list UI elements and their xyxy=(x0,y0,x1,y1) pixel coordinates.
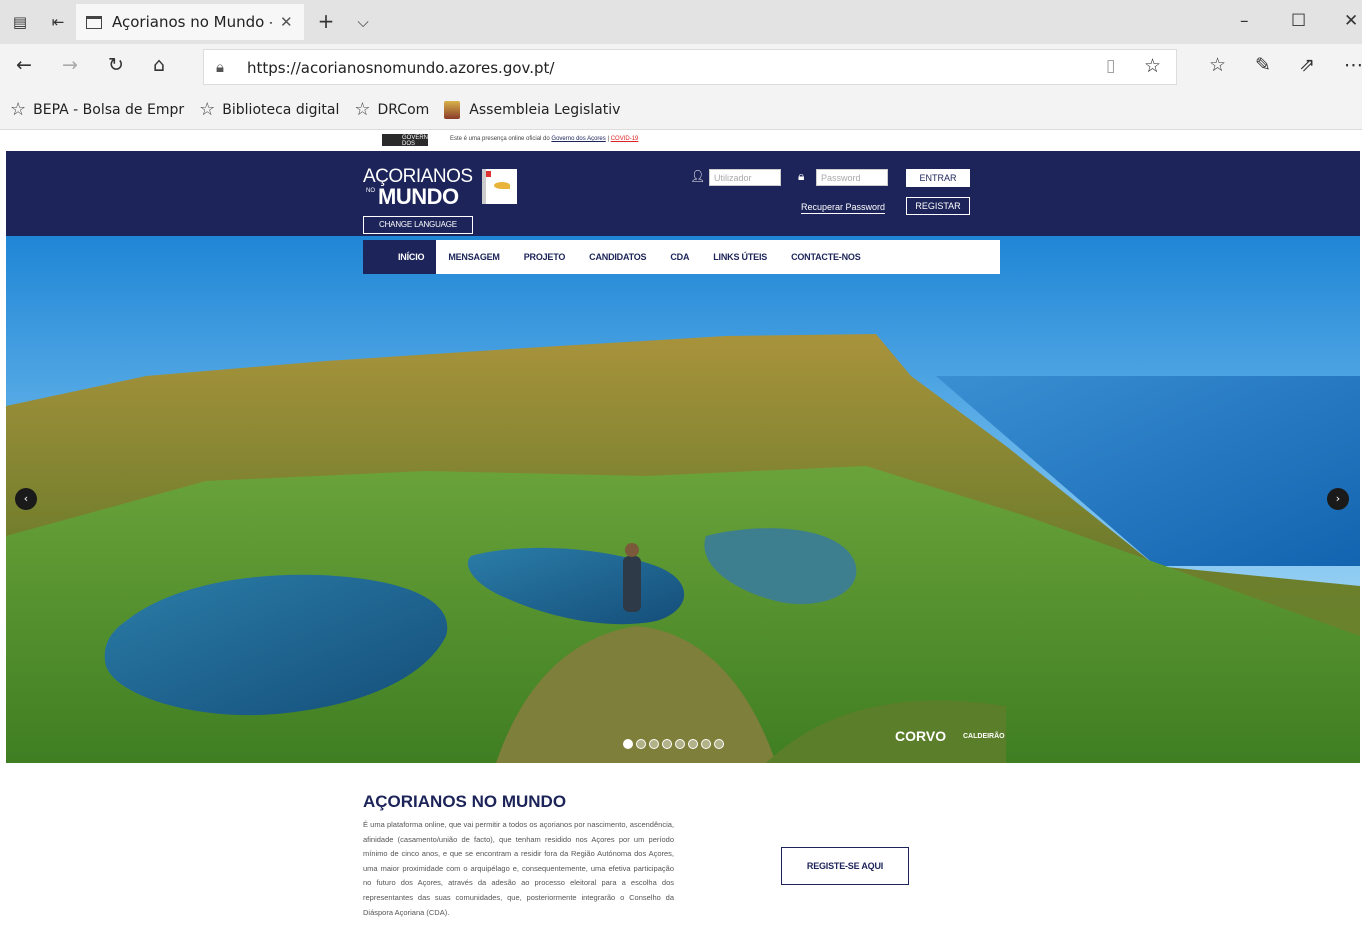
carousel-dot[interactable] xyxy=(636,739,646,749)
gov-notice-label: Este é uma presença online oficial do xyxy=(450,136,550,142)
bookmark-label: Assembleia Legislativ xyxy=(469,101,621,118)
gov-azores-logo[interactable]: GOVERNO DOS AÇORES xyxy=(382,134,433,153)
page-favicon-icon xyxy=(86,15,102,29)
address-bar: ← → ↻ ⌂ 🔒︎ https://acorianosnomundo.azor… xyxy=(0,44,1362,90)
favorites-bar: ☆ BEPA - Bolsa de Empr ☆ Biblioteca digi… xyxy=(0,90,1362,130)
lock-icon: 🔒︎ xyxy=(216,58,224,76)
password-input[interactable] xyxy=(816,169,888,186)
carousel-dot[interactable] xyxy=(701,739,711,749)
url-input[interactable]: 🔒︎ https://acorianosnomundo.azores.gov.p… xyxy=(203,49,1177,85)
tab-bar: ▤ ⇤ Açorianos no Mundo - I ✕ + ⌵ – ☐ ✕ xyxy=(0,0,1362,44)
web-page: GOVERNO DOS AÇORES Este é uma presença o… xyxy=(6,130,1360,925)
intro-title: AÇORIANOS NO MUNDO xyxy=(363,792,567,811)
favorites-hub-icon[interactable]: ☆ xyxy=(1209,54,1226,76)
star-icon: ☆ xyxy=(199,99,216,120)
close-tab-icon[interactable]: ✕ xyxy=(280,13,293,31)
add-favorite-star-icon[interactable]: ☆ xyxy=(1144,55,1161,77)
carousel-dot[interactable] xyxy=(623,739,633,749)
hero-landscape-image xyxy=(6,236,1360,763)
bookmark-label: DRCom xyxy=(377,101,430,118)
username-input[interactable] xyxy=(709,169,781,186)
carousel-dot[interactable] xyxy=(688,739,698,749)
slide-caption-sub: CALDEIRÃO xyxy=(963,733,1005,740)
carousel-dots xyxy=(623,739,727,749)
bird-icon xyxy=(494,182,510,189)
menu-item-contacte-nos[interactable]: CONTACTE-NOS xyxy=(791,252,861,262)
menu-item-inicio[interactable]: INÍCIO xyxy=(363,240,437,274)
register-button[interactable]: REGISTAR xyxy=(906,197,970,215)
menu-item-cda[interactable]: CDA xyxy=(670,252,689,262)
logo-text-small: NO xyxy=(366,188,375,194)
emblem-icon xyxy=(444,100,461,119)
register-here-button[interactable]: REGISTE-SE AQUI xyxy=(781,847,909,885)
set-tabs-aside-icon[interactable]: ⇤ xyxy=(48,12,68,32)
main-menu: INÍCIO MENSAGEM PROJETO CANDIDATOS CDA L… xyxy=(363,240,1000,274)
tab-preview-chevron-icon[interactable]: ⌵ xyxy=(353,12,373,32)
carousel-dot[interactable] xyxy=(714,739,724,749)
bookmark-assembleia[interactable]: Assembleia Legislativ xyxy=(444,100,621,119)
star-icon: ☆ xyxy=(10,99,27,120)
reading-view-icon[interactable]: ▯ xyxy=(1106,56,1115,76)
carousel-dot[interactable] xyxy=(662,739,672,749)
star-icon: ☆ xyxy=(354,99,371,120)
minimize-icon[interactable]: – xyxy=(1240,11,1249,31)
more-options-icon[interactable]: ⋯ xyxy=(1344,54,1362,76)
user-icon: 👤︎ xyxy=(690,169,706,183)
slide-caption: CORVO xyxy=(895,728,947,744)
home-icon[interactable]: ⌂ xyxy=(153,54,165,76)
padlock-icon: 🔒︎ xyxy=(798,169,805,183)
tab-title: Açorianos no Mundo - I xyxy=(112,13,272,31)
carousel-dot[interactable] xyxy=(649,739,659,749)
carousel-next-icon[interactable]: › xyxy=(1327,488,1349,510)
flag-icon xyxy=(486,171,491,177)
maximize-icon[interactable]: ☐ xyxy=(1291,11,1306,31)
bookmark-label: BEPA - Bolsa de Empr xyxy=(33,101,185,118)
hero-carousel: INÍCIO MENSAGEM PROJETO CANDIDATOS CDA L… xyxy=(6,236,1360,763)
menu-item-mensagem[interactable]: MENSAGEM xyxy=(448,252,500,262)
carousel-dot[interactable] xyxy=(675,739,685,749)
forward-icon[interactable]: → xyxy=(62,54,78,76)
bookmark-label: Biblioteca digital xyxy=(222,101,340,118)
recover-password-link[interactable]: Recuperar Password xyxy=(801,202,886,214)
new-tab-icon[interactable]: + xyxy=(316,9,336,33)
menu-item-links-uteis[interactable]: LINKS ÚTEIS xyxy=(713,252,767,262)
bookmark-drcom[interactable]: ☆ DRCom xyxy=(354,99,429,120)
tab-actions-icon[interactable]: ▤ xyxy=(10,12,30,32)
web-note-pen-icon[interactable]: ✎ xyxy=(1255,54,1271,76)
close-window-icon[interactable]: ✕ xyxy=(1344,11,1358,31)
change-language-button[interactable]: CHANGE LANGUAGE xyxy=(363,216,473,234)
carousel-prev-icon[interactable]: ‹ xyxy=(15,488,37,510)
back-icon[interactable]: ← xyxy=(16,54,32,76)
site-header: AÇORIANOS NO MUNDO CHANGE LANGUAGE 👤︎ 🔒︎… xyxy=(6,151,1360,236)
gov-azores-link[interactable]: Governo dos Açores xyxy=(551,136,605,142)
gov-notice-text: Este é uma presença online oficial do Go… xyxy=(450,136,639,142)
share-icon[interactable]: ⇗ xyxy=(1299,54,1315,76)
url-text: https://acorianosnomundo.azores.gov.pt/ xyxy=(247,59,555,77)
menu-item-projeto[interactable]: PROJETO xyxy=(524,252,566,262)
login-button[interactable]: ENTRAR xyxy=(906,169,970,187)
covid-link[interactable]: COVID-19 xyxy=(611,136,639,142)
bookmark-biblioteca[interactable]: ☆ Biblioteca digital xyxy=(199,99,339,120)
refresh-icon[interactable]: ↻ xyxy=(108,54,124,76)
logo-text-bottom[interactable]: MUNDO xyxy=(378,184,459,210)
bookmark-bepa[interactable]: ☆ BEPA - Bolsa de Empr xyxy=(10,99,184,120)
menu-item-candidatos[interactable]: CANDIDATOS xyxy=(589,252,646,262)
browser-tab[interactable]: Açorianos no Mundo - I ✕ xyxy=(76,4,304,40)
logo-emblem xyxy=(482,169,517,204)
gov-notice-strip: GOVERNO DOS AÇORES Este é uma presença o… xyxy=(6,130,1360,153)
intro-text: É uma plataforma online, que vai permiti… xyxy=(363,820,674,917)
